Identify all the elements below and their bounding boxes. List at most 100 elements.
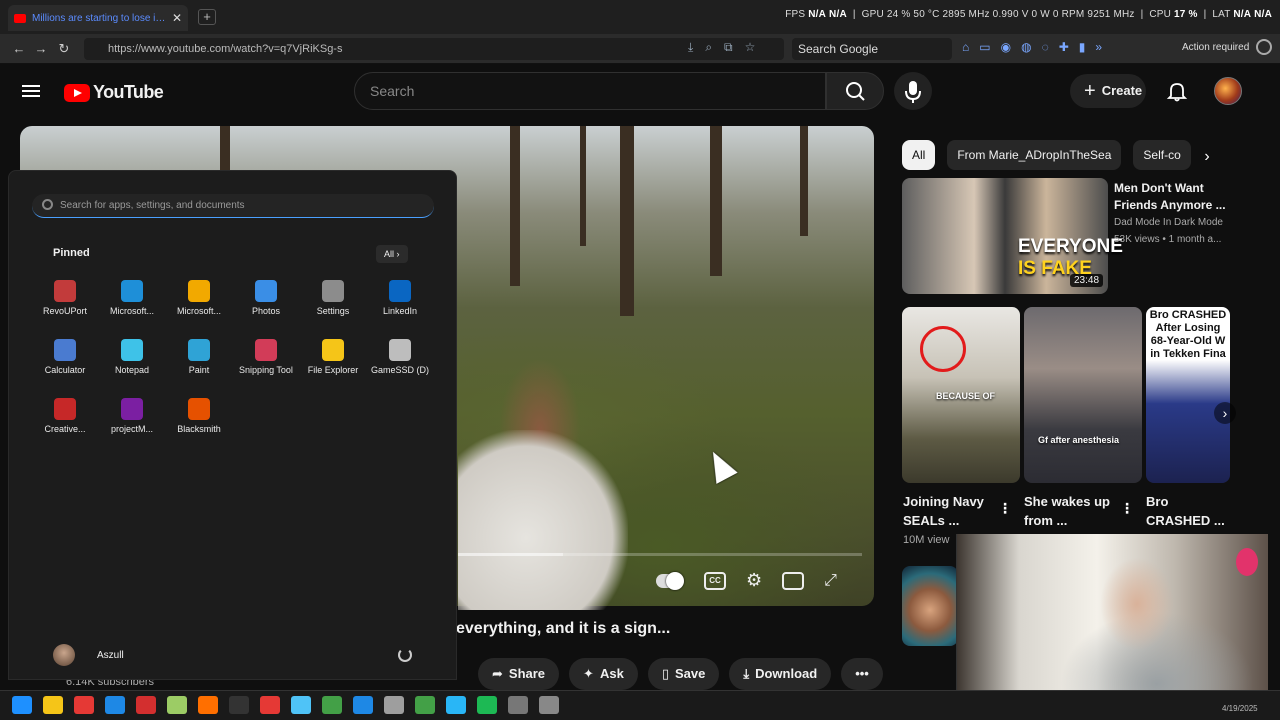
taskbar-app-icon[interactable]	[539, 696, 559, 714]
youtube-search-input[interactable]: Search	[354, 72, 826, 110]
taskbar-app-icon[interactable]	[136, 696, 156, 714]
bookmark-star-icon[interactable]: ☆	[745, 40, 756, 55]
video-progress-bar[interactable]	[458, 553, 862, 556]
taskbar-app-icon[interactable]	[105, 696, 125, 714]
taskbar-app-icon[interactable]	[415, 696, 435, 714]
more-vert-icon[interactable]: ⋮	[1120, 500, 1134, 517]
extension-icon[interactable]: ◍	[1021, 40, 1031, 54]
new-tab-button[interactable]: +	[198, 9, 216, 25]
taskbar-app-icon[interactable]	[167, 696, 187, 714]
microphone-icon	[905, 81, 921, 103]
pinned-app-creative[interactable]: Creative...	[32, 398, 98, 434]
taskbar-app-icon[interactable]	[353, 696, 373, 714]
theater-mode-icon[interactable]	[782, 571, 805, 590]
pinned-app-calculator[interactable]: Calculator	[32, 339, 98, 375]
taskbar-app-icon[interactable]	[446, 696, 466, 714]
install-app-icon[interactable]: ⧉	[724, 40, 733, 55]
voice-search-button[interactable]	[894, 72, 932, 110]
download-icon[interactable]: ⤓	[688, 40, 693, 55]
taskbar-app-icon[interactable]	[477, 696, 497, 714]
share-button[interactable]: ➦ Share	[478, 658, 560, 690]
pinned-app-file-explorer[interactable]: File Explorer	[300, 339, 366, 375]
video-duration: 23:48	[1070, 274, 1104, 287]
extensions-bar: ⌂ ▭ ◉ ◍ ◌ ✚ ▮ »	[962, 40, 1102, 54]
chip-all[interactable]: All	[902, 140, 936, 170]
pinned-app-projectm[interactable]: projectM...	[99, 398, 165, 434]
close-tab-icon[interactable]: ✕	[172, 11, 182, 25]
all-apps-button[interactable]: All ›	[376, 245, 408, 263]
create-button[interactable]: + Create	[1070, 74, 1146, 108]
profile-icon[interactable]	[1256, 39, 1272, 55]
pinned-app-photos[interactable]: Photos	[233, 280, 299, 316]
google-search-box[interactable]: Search Google	[792, 38, 952, 60]
short-thumbnail[interactable]: Gf after anesthesia	[1024, 307, 1142, 483]
ask-button[interactable]: ✦ Ask	[569, 658, 638, 690]
app-icon	[255, 280, 277, 302]
fullscreen-icon[interactable]: ⤢	[824, 572, 837, 590]
app-icon	[54, 398, 76, 420]
red-circle-annotation	[920, 326, 966, 372]
taskbar-app-icon[interactable]	[322, 696, 342, 714]
shorts-next-chevron-icon[interactable]: ›	[1214, 402, 1236, 424]
power-icon[interactable]	[398, 648, 412, 662]
recommended-video-title[interactable]: Men Don't Want Friends Anymore ...	[1114, 180, 1234, 214]
account-avatar[interactable]	[1214, 77, 1242, 105]
taskbar-app-icon[interactable]	[43, 696, 63, 714]
start-user-account[interactable]: Aszull	[53, 644, 124, 666]
start-search-input[interactable]: Search for apps, settings, and documents	[32, 194, 434, 218]
captions-icon[interactable]: CC	[704, 571, 726, 590]
recommended-channel-name[interactable]: Dad Mode In Dark Mode	[1114, 217, 1223, 228]
chevron-right-icon[interactable]: ›	[1196, 146, 1218, 168]
menu-chevron-icon[interactable]: »	[1095, 40, 1102, 54]
taskbar-app-icon[interactable]	[291, 696, 311, 714]
browser-tab[interactable]: Millions are starting to lose interest ✕	[8, 5, 188, 31]
puzzle-icon[interactable]: ✚	[1059, 40, 1069, 54]
download-button[interactable]: ⤓ Download	[729, 658, 832, 690]
short-thumbnail[interactable]: Bro CRASHED After Losing 68-Year-Old W i…	[1146, 307, 1230, 483]
start-button-icon[interactable]	[12, 696, 32, 714]
pinned-app-notepad[interactable]: Notepad	[99, 339, 165, 375]
taskbar-app-icon[interactable]	[198, 696, 218, 714]
pinned-app-snipping-tool[interactable]: Snipping Tool	[233, 339, 299, 375]
action-required-label[interactable]: Action required	[1182, 42, 1249, 53]
more-actions-button[interactable]: •••	[841, 658, 883, 690]
pinned-app-gamessd-d[interactable]: GameSSD (D)	[367, 339, 433, 375]
pinned-app-paint[interactable]: Paint	[166, 339, 232, 375]
sidebar-icon[interactable]: ▮	[1079, 40, 1086, 54]
pinned-app-blacksmith[interactable]: Blacksmith	[166, 398, 232, 434]
taskbar-app-icon[interactable]	[229, 696, 249, 714]
save-button[interactable]: ▯ Save	[647, 658, 720, 690]
autoplay-toggle[interactable]	[656, 571, 684, 590]
chip-self[interactable]: Self-co	[1133, 140, 1191, 170]
reload-icon[interactable]: ↻	[55, 40, 73, 58]
short-thumbnail[interactable]: BECAUSE OF	[902, 307, 1020, 483]
taskbar-app-icon[interactable]	[384, 696, 404, 714]
folder-icon[interactable]: ▭	[979, 40, 990, 54]
zoom-icon[interactable]: ⌕	[705, 40, 712, 55]
short-title[interactable]: She wakes up from ...	[1024, 492, 1124, 530]
hamburger-menu-icon[interactable]	[22, 82, 40, 100]
address-bar[interactable]: https://www.youtube.com/watch?v=q7VjRiKS…	[84, 38, 784, 60]
youtube-logo[interactable]: YouTube	[64, 82, 164, 103]
settings-gear-icon[interactable]: ⚙	[746, 570, 762, 591]
home-icon[interactable]: ⌂	[962, 40, 969, 54]
taskbar-app-icon[interactable]	[74, 696, 94, 714]
pinned-app-microsoft[interactable]: Microsoft...	[99, 280, 165, 316]
pinned-app-settings[interactable]: Settings	[300, 280, 366, 316]
notifications-bell-icon[interactable]	[1166, 80, 1188, 102]
pinned-app-linkedin[interactable]: LinkedIn	[367, 280, 433, 316]
pinned-app-revouport[interactable]: RevoUPort	[32, 280, 98, 316]
back-icon[interactable]: ←	[10, 40, 28, 58]
more-vert-icon[interactable]: ⋮	[998, 500, 1012, 517]
short-title[interactable]: Bro CRASHED ...	[1146, 492, 1236, 530]
short-title[interactable]: Joining Navy SEALs ...	[903, 492, 1003, 530]
search-button[interactable]	[826, 72, 884, 110]
recommended-video-thumbnail[interactable]	[902, 566, 958, 646]
forward-icon[interactable]: →	[32, 40, 50, 58]
pinned-app-microsoft[interactable]: Microsoft...	[166, 280, 232, 316]
extension-icon[interactable]: ◌	[1042, 40, 1049, 54]
taskbar-app-icon[interactable]	[260, 696, 280, 714]
chip-from-channel[interactable]: From Marie_ADropInTheSea	[947, 140, 1122, 170]
extension-icon[interactable]: ◉	[1001, 40, 1011, 54]
taskbar-app-icon[interactable]	[508, 696, 528, 714]
